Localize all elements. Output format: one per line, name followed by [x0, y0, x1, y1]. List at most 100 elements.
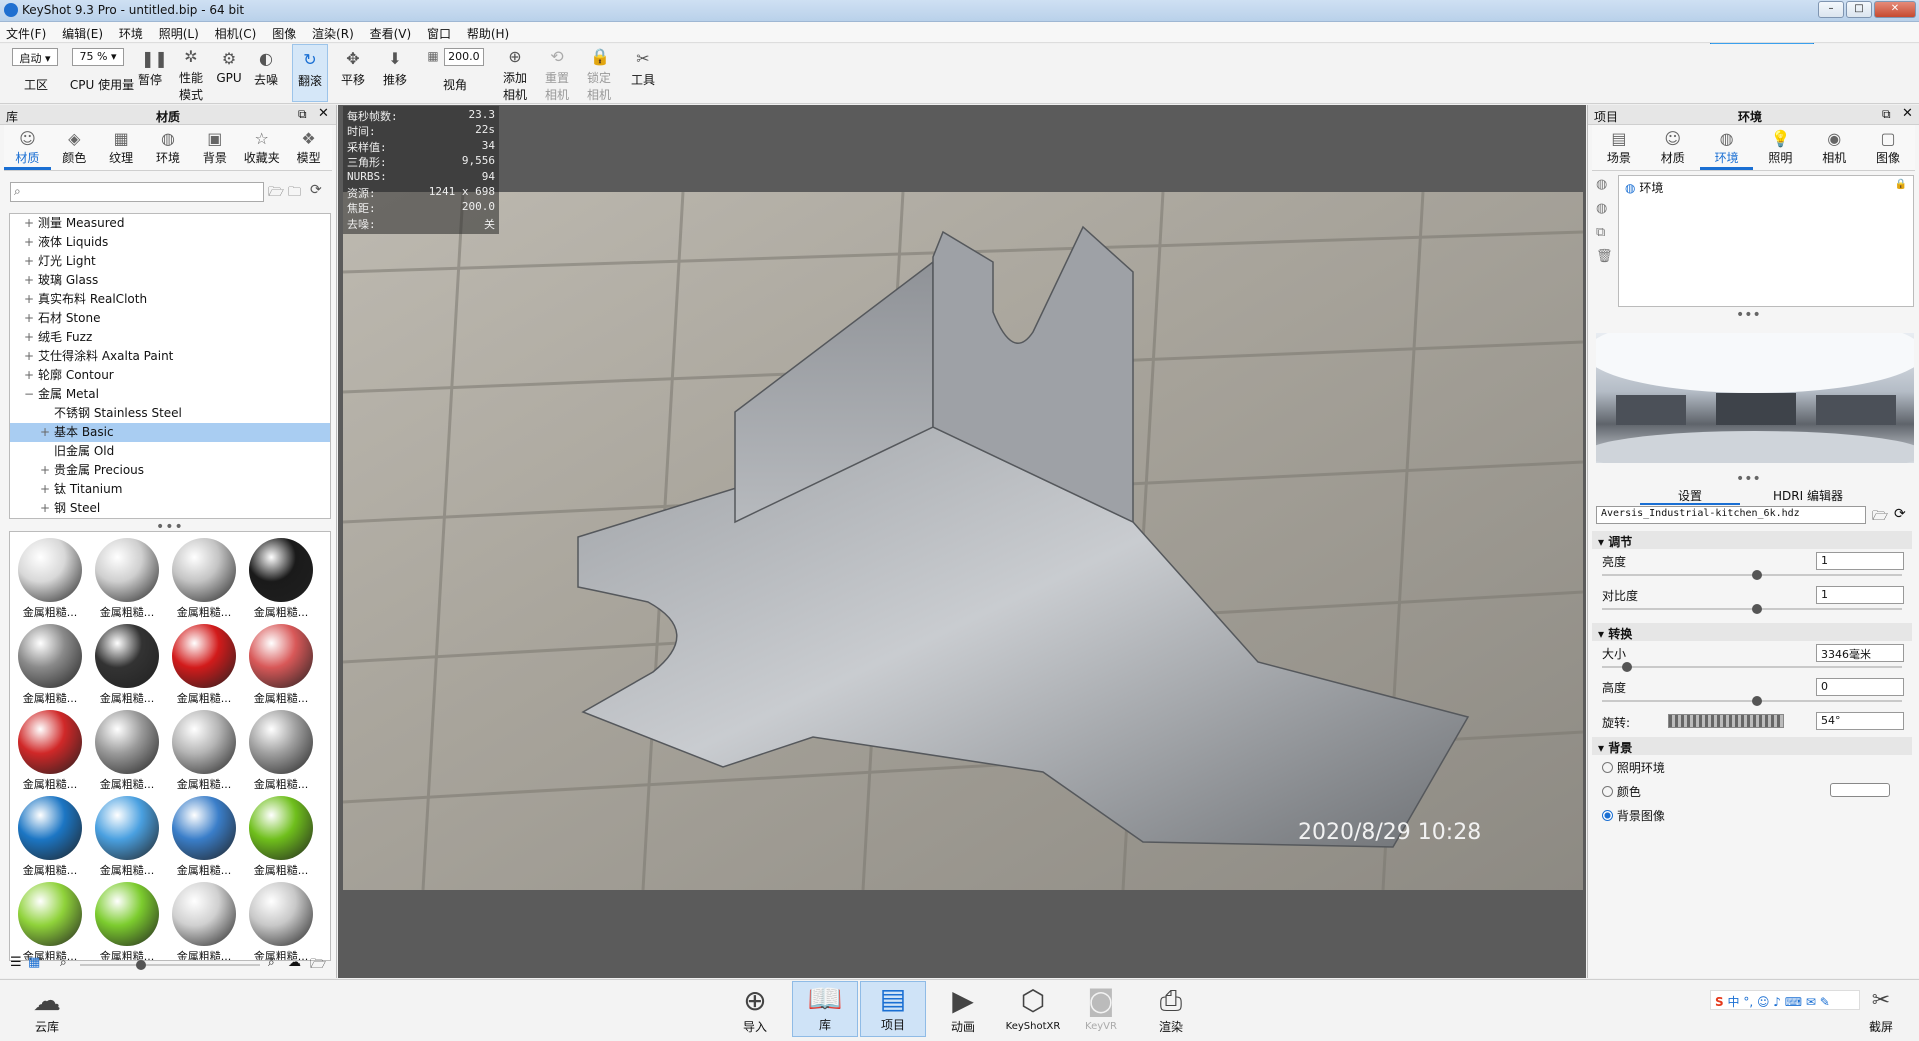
bg-option-image[interactable]: 背景图像 — [1602, 807, 1665, 824]
expand-toggle-icon[interactable]: + — [40, 461, 54, 480]
bg-option-lighting[interactable]: 照明环境 — [1602, 759, 1665, 776]
pan-button[interactable]: ✥ 平移 — [336, 48, 370, 88]
expand-toggle-icon[interactable]: + — [24, 347, 38, 366]
section-background[interactable]: ▾ 背景 — [1592, 737, 1912, 755]
lock-icon[interactable]: 🔒 — [1895, 179, 1907, 190]
ime-toolbar[interactable]: S 中 °, ☺ ♪ ⌨ ✉ ✎ — [1710, 990, 1860, 1010]
height-input[interactable]: 0 — [1816, 678, 1904, 696]
menu-image[interactable]: 图像 — [266, 22, 302, 42]
tree-item[interactable]: + 玻璃 Glass — [10, 271, 330, 290]
rotation-dial[interactable] — [1668, 714, 1784, 728]
tab-material[interactable]: ☺ 材质 — [4, 125, 51, 170]
material-thumbnail[interactable]: 金属粗糙... — [91, 880, 163, 960]
material-thumbnail[interactable]: 金属粗糙... — [168, 708, 240, 794]
material-thumbnail[interactable]: 金属粗糙... — [14, 708, 86, 794]
add-folder-icon[interactable]: 🗀 — [288, 183, 301, 205]
tree-item[interactable]: + 液体 Liquids — [10, 233, 330, 252]
size-slider[interactable] — [1602, 662, 1902, 672]
expand-toggle-icon[interactable]: + — [40, 499, 54, 518]
import-folder-icon[interactable]: 🗁 — [310, 955, 326, 977]
real-time-render[interactable]: 2020/8/29 10:28 — [343, 192, 1583, 890]
float-panel-icon[interactable]: ⧉ — [298, 107, 307, 122]
material-thumbnail[interactable]: 金属粗糙... — [91, 536, 163, 622]
close-button[interactable]: ✕ — [1874, 1, 1916, 18]
hdri-preview[interactable] — [1596, 333, 1914, 463]
brightness-input[interactable]: 1 — [1816, 552, 1904, 570]
refresh-icon[interactable]: ⟳ — [310, 182, 322, 198]
tree-item[interactable]: + 石材 Stone — [10, 309, 330, 328]
pause-button[interactable]: ❚❚ 暂停 — [134, 48, 168, 88]
expand-toggle-icon[interactable]: − — [24, 385, 38, 404]
splitter-handle[interactable]: ••• — [1736, 307, 1761, 323]
tree-item[interactable]: + 绒毛 Fuzz — [10, 328, 330, 347]
section-transform[interactable]: ▾ 转换 — [1592, 623, 1912, 641]
contrast-slider[interactable] — [1602, 604, 1902, 614]
menu-view[interactable]: 查看(V) — [364, 22, 418, 42]
tree-item[interactable]: + 艾仕得涂料 Axalta Paint — [10, 347, 330, 366]
height-slider[interactable] — [1602, 696, 1902, 706]
section-adjust[interactable]: ▾ 调节 — [1592, 531, 1912, 549]
tab-model[interactable]: ❖ 模型 — [285, 125, 332, 170]
refresh-icon[interactable]: ⟳ — [1894, 506, 1906, 522]
size-input[interactable]: 3346毫米 — [1816, 644, 1904, 662]
denoise-button[interactable]: ◐ 去噪 — [250, 48, 282, 88]
tree-item[interactable]: + 钢 Steel — [10, 499, 330, 518]
gpu-button[interactable]: ⚙ GPU — [214, 48, 244, 86]
keyvr-button[interactable]: ◙ KeyVR — [1068, 984, 1134, 1032]
environment-list-item[interactable]: ◍ 环境 🔒 — [1619, 176, 1913, 199]
cloud-library-button[interactable]: ☁ 云库 — [14, 984, 80, 1035]
splitter-handle[interactable]: ••• — [1736, 471, 1761, 487]
project-button[interactable]: ▤ 项目 — [860, 981, 926, 1037]
tree-item[interactable]: + 基本 Basic — [10, 423, 330, 442]
render-button[interactable]: ⎙ 渲染 — [1138, 984, 1204, 1035]
close-panel-icon[interactable]: ✕ — [318, 106, 329, 121]
open-file-icon[interactable]: 🗁 — [1872, 507, 1888, 529]
grid-view-icon[interactable]: ▦ — [28, 955, 40, 970]
contrast-input[interactable]: 1 — [1816, 586, 1904, 604]
menu-environment[interactable]: 环境 — [113, 22, 149, 42]
brightness-knob[interactable] — [1752, 570, 1762, 580]
material-thumbnail[interactable]: 金属粗糙... — [91, 622, 163, 708]
tree-item[interactable]: + 真实布料 RealCloth — [10, 290, 330, 309]
expand-toggle-icon[interactable]: + — [24, 328, 38, 347]
add-environment-icon[interactable]: ◍ — [1596, 177, 1607, 192]
tree-item[interactable]: 不锈钢 Stainless Steel — [10, 404, 330, 423]
material-thumbnail[interactable]: 金属粗糙... — [14, 794, 86, 880]
radio-color[interactable] — [1602, 786, 1613, 797]
menu-render[interactable]: 渲染(R) — [306, 22, 360, 42]
tab-project-environment[interactable]: ◍ 环境 — [1699, 125, 1754, 170]
animation-button[interactable]: ▶ 动画 — [930, 984, 996, 1035]
expand-toggle-icon[interactable]: + — [24, 366, 38, 385]
performance-mode-button[interactable]: ✲ 性能 模式 — [174, 46, 208, 103]
screenshot-button[interactable]: ✂ 截屏 — [1848, 984, 1914, 1035]
expand-toggle-icon[interactable]: + — [24, 290, 38, 309]
material-thumbnail[interactable]: 金属粗糙... — [168, 536, 240, 622]
tab-favorites[interactable]: ☆ 收藏夹 — [238, 125, 285, 170]
tab-image[interactable]: ▢ 图像 — [1861, 125, 1915, 170]
reset-camera-button[interactable]: ⟲ 重置 相机 — [540, 46, 574, 103]
expand-toggle-icon[interactable]: + — [24, 233, 38, 252]
tree-item[interactable]: + 贵金属 Precious — [10, 461, 330, 480]
cpu-usage-select[interactable]: 75 % ▾ — [72, 48, 124, 66]
subtab-settings[interactable]: 设置 — [1640, 487, 1740, 505]
zoom-out-icon[interactable]: ⌕ — [60, 955, 67, 970]
hdri-file-field[interactable]: Aversis_Industrial-kitchen_6k.hdz — [1596, 506, 1866, 524]
add-camera-button[interactable]: ⊕ 添加 相机 — [498, 46, 532, 103]
menu-camera[interactable]: 相机(C) — [209, 22, 263, 42]
material-thumbnail[interactable]: 金属粗糙... — [245, 794, 317, 880]
tab-environment[interactable]: ◍ 环境 — [145, 125, 192, 170]
subtab-hdri-editor[interactable]: HDRI 编辑器 — [1748, 487, 1868, 505]
expand-toggle-icon[interactable]: + — [24, 214, 38, 233]
keyshotxr-button[interactable]: ⬡ KeyShotXR — [998, 984, 1068, 1032]
tree-item[interactable]: + 测量 Measured — [10, 214, 330, 233]
bg-color-swatch[interactable] — [1830, 783, 1890, 797]
material-thumbnail[interactable]: 金属粗糙... — [168, 794, 240, 880]
import-button[interactable]: ⊕ 导入 — [722, 984, 788, 1035]
expand-toggle-icon[interactable]: + — [24, 309, 38, 328]
size-knob[interactable] — [1622, 662, 1632, 672]
material-thumbnail[interactable]: 金属粗糙... — [245, 536, 317, 622]
expand-toggle-icon[interactable]: + — [24, 252, 38, 271]
delete-icon[interactable]: 🗑 — [1596, 249, 1613, 264]
material-thumbnail[interactable]: 金属粗糙... — [14, 622, 86, 708]
lock-camera-button[interactable]: 🔒 锁定 相机 — [582, 46, 616, 103]
